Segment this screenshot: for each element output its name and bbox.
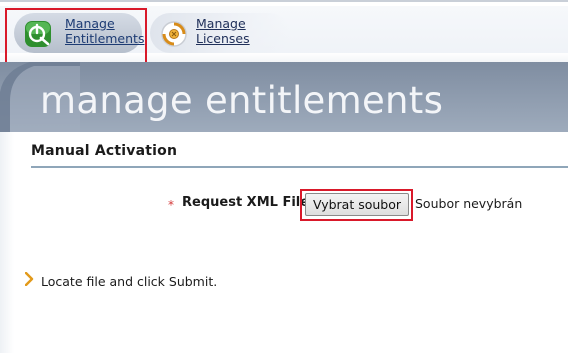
hint-text: Locate file and click Submit. [41,274,218,289]
section-title: Manual Activation [31,143,178,159]
tab-label-line2: Licenses [196,31,250,46]
choose-file-button[interactable]: Vybrat soubor [305,193,409,216]
hint-arrow-icon [25,272,34,286]
request-xml-file-label: Request XML File [182,195,310,210]
licenses-icon [161,21,187,47]
tab-manage-entitlements[interactable]: Manage Entitlements [14,13,144,53]
file-status-text: Soubor nevybrán [415,196,523,211]
content-left-edge [0,132,14,353]
tab-label-line1: Manage [65,16,115,31]
nav-bottom-strip [0,53,568,62]
tab-label-line1: Manage [196,16,246,31]
page-title: manage entitlements [40,79,444,122]
tab-manage-licenses-label[interactable]: Manage Licenses [196,16,250,46]
tab-manage-licenses[interactable]: Manage Licenses [150,13,290,53]
section-divider [31,166,568,168]
required-marker: * [168,198,174,212]
tab-label-line2: Entitlements [65,31,145,46]
entitlements-icon [25,21,51,47]
tab-manage-entitlements-label[interactable]: Manage Entitlements [65,16,144,46]
